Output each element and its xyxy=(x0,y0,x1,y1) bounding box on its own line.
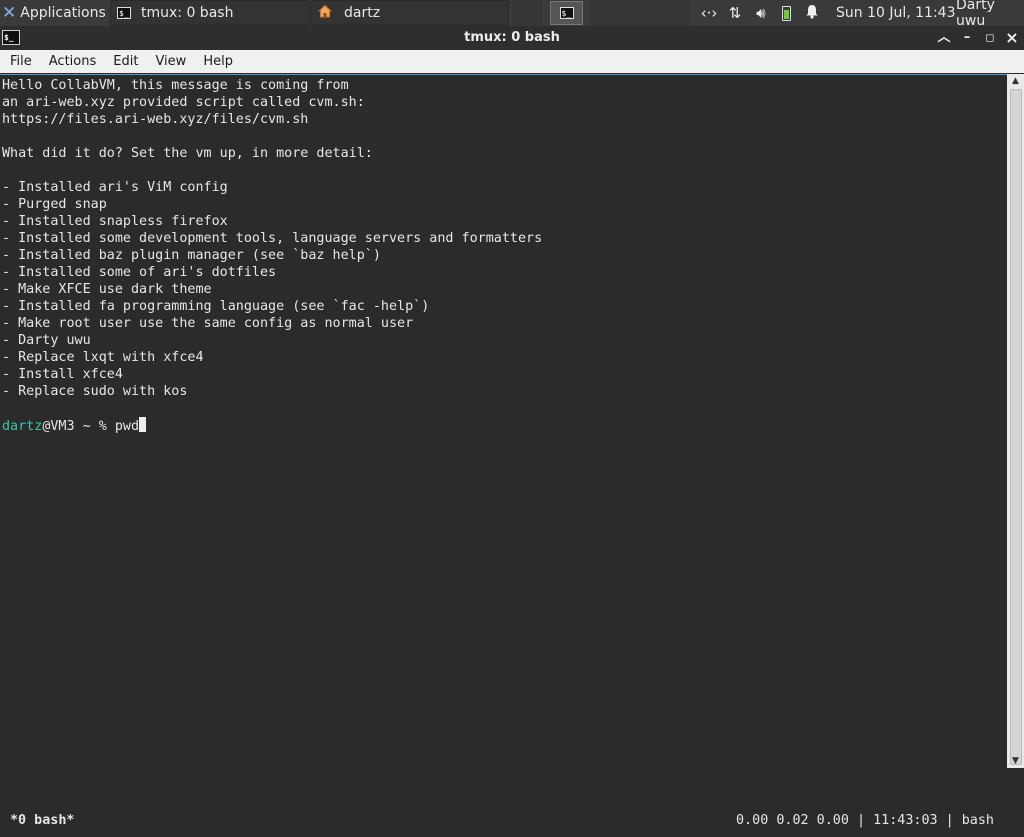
close-icon[interactable]: × xyxy=(1002,26,1022,50)
menu-edit[interactable]: Edit xyxy=(103,50,145,73)
terminal-line: What did it do? Set the vm up, in more d… xyxy=(2,146,373,161)
terminal-line: - Install xfce4 xyxy=(2,367,123,382)
terminal-line: - Replace lxqt with xfce4 xyxy=(2,350,204,365)
top-panel: ✕ Applications ☰ $_ tmux: 0 bash dartz $… xyxy=(0,0,1024,29)
terminal-line: Hello CollabVM, this message is coming f… xyxy=(2,78,349,93)
terminal-line: - Installed fa programming language (see… xyxy=(2,299,430,314)
scrollbar-thumb[interactable] xyxy=(1010,89,1022,765)
scroll-up-arrow-icon[interactable]: ▲ xyxy=(1007,74,1024,88)
terminal-line: - Installed some development tools, lang… xyxy=(2,231,543,246)
terminal-icon: $_ xyxy=(117,7,131,19)
tmux-status-bar: *0 bash* 0.00 0.02 0.00 | 11:43:03 | bas… xyxy=(0,807,1007,837)
prompt-host-path: @VM3 ~ % xyxy=(42,419,115,434)
terminal-icon: $_ xyxy=(559,7,574,19)
panel-separator xyxy=(512,0,542,26)
terminal-line: - Installed snapless firefox xyxy=(2,214,228,229)
notification-bell-icon[interactable] xyxy=(799,4,825,23)
terminal-line: - Make root user use the same config as … xyxy=(2,316,414,331)
terminal-line: - Purged snap xyxy=(2,197,107,212)
network-icon[interactable]: ‹·› xyxy=(696,4,722,22)
clock[interactable]: Sun 10 Jul, 11:43 xyxy=(836,0,956,26)
terminal-line: - Installed ari's ViM config xyxy=(2,180,228,195)
terminal-output: Hello CollabVM, this message is coming f… xyxy=(2,77,542,434)
taskbar-item-label: tmux: 0 bash xyxy=(141,5,234,21)
terminal-line: - Make XFCE use dark theme xyxy=(2,282,212,297)
menu-file[interactable]: File xyxy=(0,50,39,73)
battery-icon[interactable] xyxy=(782,5,791,21)
terminal-line: - Darty uwu xyxy=(2,333,91,348)
xfce-logo-icon: ✕ xyxy=(2,3,17,23)
taskbar-item-tmux[interactable]: $_ tmux: 0 bash xyxy=(110,0,310,26)
system-tray: ‹·› ⇅ 🔊︎ xyxy=(696,0,825,26)
taskbar-item-dartz[interactable]: dartz xyxy=(311,0,509,26)
volume-icon[interactable]: 🔊︎ xyxy=(748,4,774,22)
prompt-command: pwd xyxy=(114,419,140,434)
window-title: tmux: 0 bash xyxy=(464,30,560,45)
chevron-up-icon[interactable]: ︿ xyxy=(934,26,954,50)
text-cursor xyxy=(139,417,147,432)
tmux-status-right: 0.00 0.02 0.00 | 11:43:03 | bash xyxy=(736,813,994,828)
user-menu[interactable]: Darty uwu xyxy=(956,0,1024,29)
workspace-switcher[interactable]: $_ xyxy=(550,1,583,25)
menu-help[interactable]: Help xyxy=(193,50,240,73)
home-folder-icon xyxy=(317,4,333,22)
terminal-icon[interactable]: $_ xyxy=(2,30,20,45)
applications-label: Applications xyxy=(20,5,106,21)
applications-menu[interactable]: ✕ Applications ☰ xyxy=(0,0,108,26)
prompt-user: dartz xyxy=(2,419,43,434)
minimize-icon[interactable]: – xyxy=(957,26,977,50)
scroll-down-arrow-icon[interactable]: ▼ xyxy=(1007,755,1024,768)
tmux-window-indicator: *0 bash* xyxy=(10,813,75,828)
transfer-arrows-icon[interactable]: ⇅ xyxy=(722,4,748,22)
menu-actions[interactable]: Actions xyxy=(39,50,104,73)
terminal-line: - Installed baz plugin manager (see `baz… xyxy=(2,248,381,263)
restore-icon[interactable]: ◻ xyxy=(980,26,1000,50)
terminal-line: - Replace sudo with kos xyxy=(2,384,188,399)
taskbar-item-label: dartz xyxy=(344,5,381,21)
panel-separator xyxy=(590,0,690,26)
terminal-prompt-line: dartz@VM3 ~ % pwd xyxy=(2,417,542,434)
window-titlebar[interactable]: tmux: 0 bash $_ ︿ – ◻ × xyxy=(0,26,1024,50)
terminal-line: - Installed some of ari's dotfiles xyxy=(2,265,277,280)
scrollbar[interactable]: ▲ ▼ xyxy=(1007,74,1024,768)
terminal-line: an ari-web.xyz provided script called cv… xyxy=(2,95,365,110)
terminal-line: https://files.ari-web.xyz/files/cvm.sh xyxy=(2,112,309,127)
menubar: File Actions Edit View Help xyxy=(0,50,1024,73)
menu-view[interactable]: View xyxy=(145,50,193,73)
terminal-area[interactable]: Hello CollabVM, this message is coming f… xyxy=(0,74,1007,828)
